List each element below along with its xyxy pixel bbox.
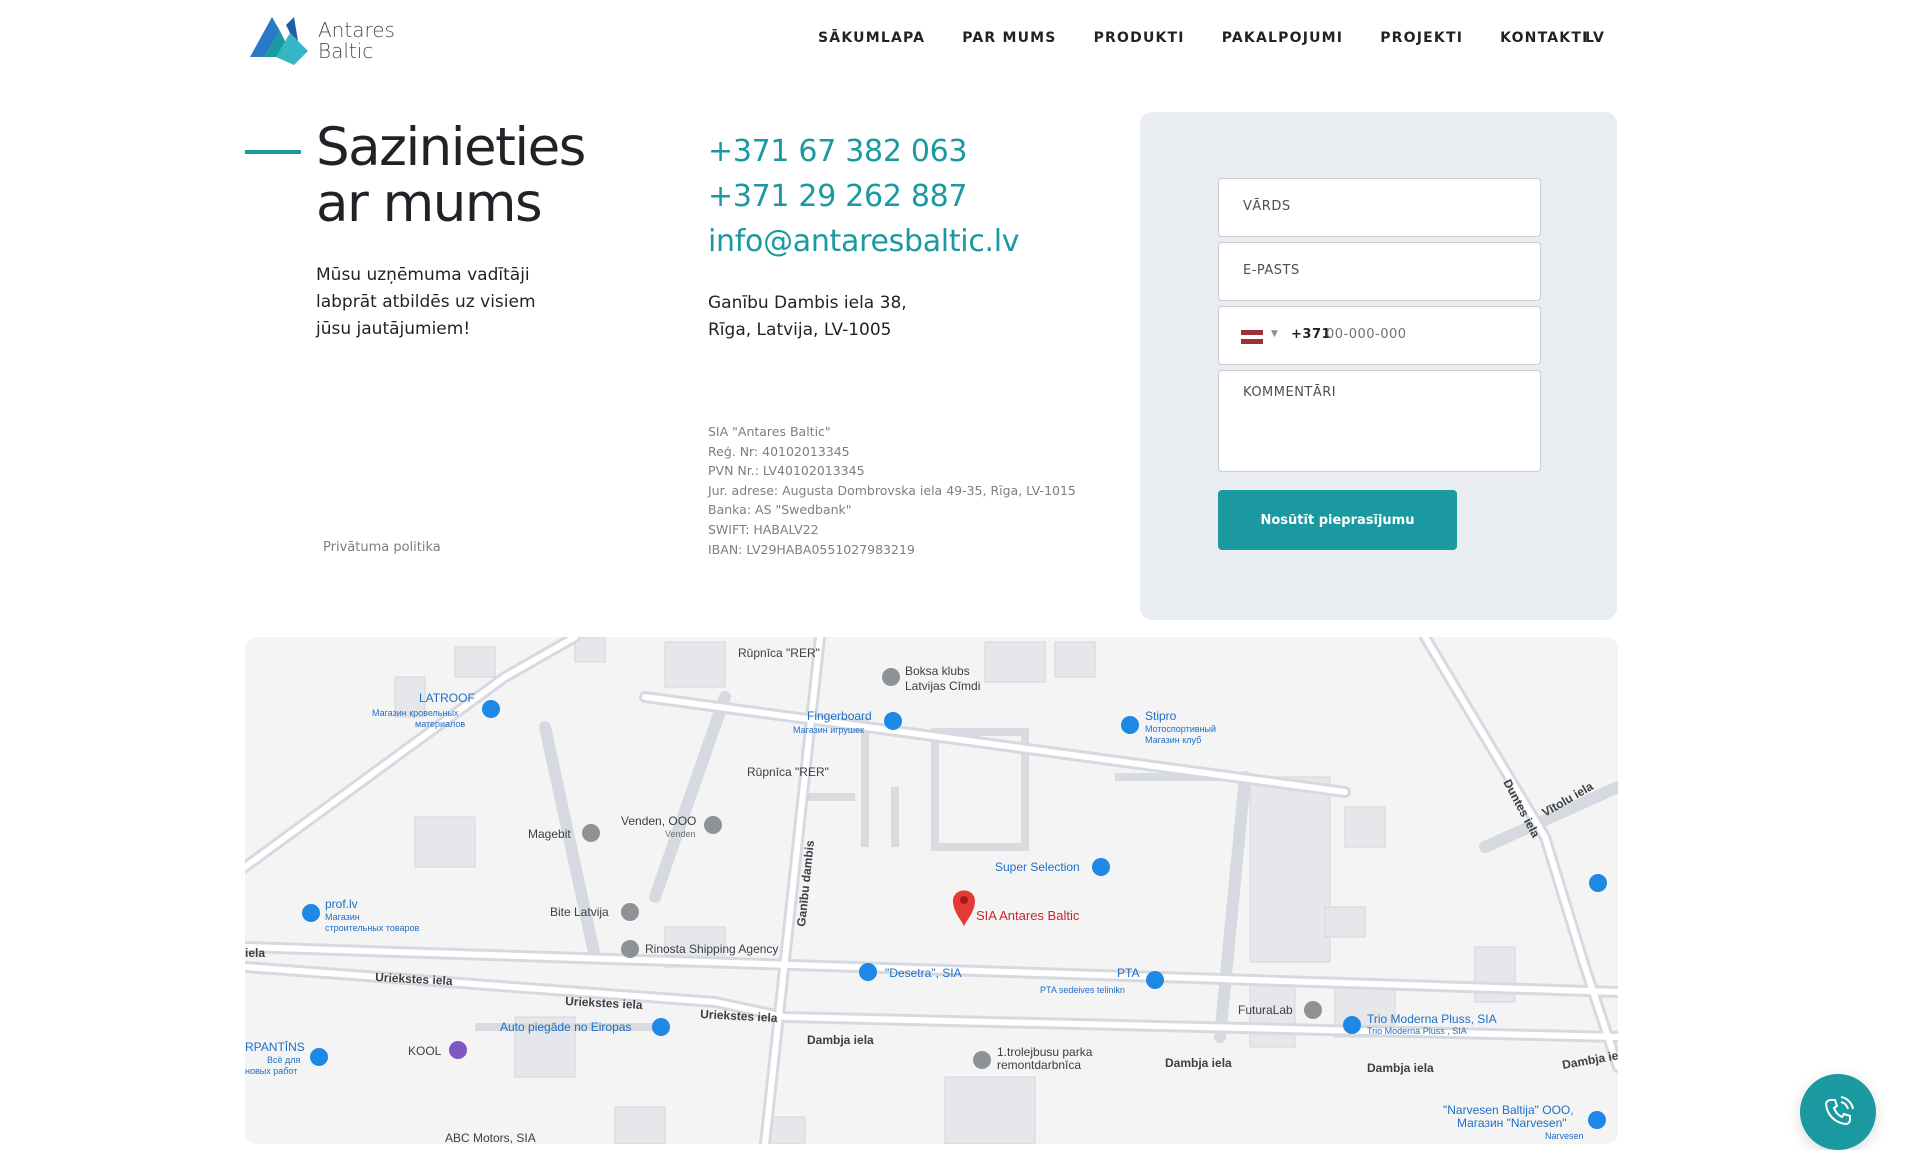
poi-label: Fingerboard [807,709,872,723]
address: Ganību Dambis iela 38, Rīga, Latvija, LV… [708,290,1008,344]
poi-label: RPANTĪNS [245,1040,305,1054]
page-title: Sazinieties ar mums [316,120,646,232]
heading-accent-line [245,150,301,154]
comment-placeholder: KOMMENTĀRI [1243,385,1337,400]
submit-button[interactable]: Nosūtīt pieprasījumu [1218,490,1457,550]
nav-item-about[interactable]: PAR MUMS [962,30,1056,46]
poi-label: prof.lv [325,897,358,911]
logo-text: Antares Baltic [318,20,395,62]
logo[interactable]: Antares Baltic [246,13,416,69]
intro-line: labprāt atbildēs uz visiem [316,292,536,312]
poi-label: Rūpnīca "RER" [738,646,820,660]
poi-label: Rinosta Shipping Agency [645,942,778,956]
map[interactable]: iela Uriekstes iela Uriekstes iela Uriek… [245,637,1618,1144]
address-line1: Ganību Dambis iela 38, [708,293,907,313]
logo-line1: Antares [318,18,395,42]
street-label: Uriekstes iela [700,1007,778,1025]
poi-label: Latvijas Cīmdi [905,679,980,693]
company-legal-info: SIA "Antares Baltic" Reģ. Nr: 4010201334… [708,422,1088,559]
name-field[interactable]: VĀRDS [1218,178,1541,237]
poi-label: ABC Motors, SIA [445,1131,536,1144]
phone-field[interactable]: ▼ +371 00-000-000 [1218,306,1541,365]
email-link[interactable]: info@antaresbaltic.lv [708,224,1020,259]
poi-label: Всё для [267,1055,301,1065]
poi-label: Магазин [325,912,360,922]
phone-link-1[interactable]: +371 67 382 063 [708,134,968,169]
legal-line: SIA "Antares Baltic" [708,424,831,439]
street-label: Dambja iela [807,1033,874,1047]
poi-label: PTA [1117,966,1139,980]
legal-line: Reģ. Nr: 40102013345 [708,443,850,459]
nav-item-products[interactable]: PRODUKTI [1094,30,1185,46]
contact-form: VĀRDS E-PASTS ▼ +371 00-000-000 KOMMENTĀ… [1140,112,1617,620]
phone-icon [1824,1096,1854,1126]
nav-item-home[interactable]: SĀKUMLAPA [818,30,925,46]
legal-line: Jur. adrese: Augusta Dombrovska iela 49-… [708,482,1076,498]
poi-label: Магазин "Narvesen" [1457,1116,1567,1130]
antares-logo-icon [250,17,308,65]
poi-label: "Narvesen Baltija" OOO, [1443,1103,1574,1117]
intro-line: Mūsu uzņēmuma vadītāji [316,265,530,285]
poi-label: Magebit [528,827,571,841]
poi-label: Магазин кровельных [372,708,459,718]
legal-line: SWIFT: HABALV22 [708,521,819,537]
call-button[interactable] [1800,1074,1876,1150]
legal-line: PVN Nr.: LV40102013345 [708,463,865,479]
page-title-line2: ar mums [316,173,543,234]
email-field[interactable]: E-PASTS [1218,242,1541,301]
street-label: Dambja iela [1165,1056,1232,1070]
poi-label: материалов [415,719,465,729]
poi-label: Auto piegāde no Eiropas [500,1020,631,1034]
phone-link-2[interactable]: +371 29 262 887 [708,179,968,214]
intro-text: Mūsu uzņēmuma vadītāji labprāt atbildēs … [316,262,576,343]
address-line2: Rīga, Latvija, LV-1005 [708,320,892,340]
poi-label: Super Selection [995,860,1080,874]
poi-label: Trio Moderna Pluss , SIA [1367,1026,1467,1036]
poi-label: Магазин клуб [1145,735,1201,745]
poi-label: PTA sedeives telinikn [1040,985,1125,995]
chevron-down-icon[interactable]: ▼ [1271,329,1278,339]
poi-label: Bite Latvija [550,905,609,919]
poi-label: FuturaLab [1238,1003,1293,1017]
legal-line: Banka: AS "Swedbank" [708,502,852,518]
poi-label: remontdarbnīca [997,1058,1081,1072]
poi-label: Venden, OOO [621,814,696,828]
poi-label: LATROOF [419,691,475,705]
privacy-policy-link[interactable]: Privātuma politika [323,540,441,555]
language-switcher[interactable]: LV [1585,30,1605,46]
latvia-flag-icon[interactable] [1241,330,1263,344]
poi-label: Narvesen [1545,1131,1584,1141]
poi-label: 1.trolejbusu parka [997,1045,1093,1059]
map-marker-label: SIA Antares Baltic [976,908,1080,923]
location-marker-icon [953,890,975,927]
legal-line: IBAN: LV29HABA0551027983219 [708,541,915,557]
poi-label: KOOL [408,1044,442,1058]
phone-placeholder: 00-000-000 [1326,327,1407,342]
email-placeholder: E-PASTS [1243,263,1300,278]
street-label: iela [245,946,265,960]
nav-item-contacts[interactable]: KONTAKTI [1500,30,1588,46]
nav-item-services[interactable]: PAKALPOJUMI [1222,30,1344,46]
poi-label: Trio Moderna Pluss, SIA [1367,1012,1497,1026]
intro-line: jūsu jautājumiem! [316,319,471,339]
name-placeholder: VĀRDS [1243,199,1291,214]
poi-label: "Desetra", SIA [885,966,962,980]
street-label: Dambja iela [1561,1047,1618,1072]
nav-item-projects[interactable]: PROJEKTI [1380,30,1463,46]
poi-label: Boksa klubs [905,664,970,678]
poi-label: Rūpnīca "RER" [747,765,829,779]
street-label: Uriekstes iela [565,994,643,1012]
street-label: Uriekstes iela [375,970,453,988]
poi-label: новых работ [245,1066,297,1076]
logo-line2: Baltic [318,39,374,63]
poi-label: Stipro [1145,709,1177,723]
poi-label: строительных товаров [325,923,419,933]
poi-label: Магазин игрушек [793,725,864,735]
poi-label: Мотоспортивный [1145,724,1216,734]
main-nav: SĀKUMLAPA PAR MUMS PRODUKTI PAKALPOJUMI … [818,30,1626,46]
street-label: Dambja iela [1367,1061,1434,1075]
poi-label: Venden [665,829,696,839]
comment-field[interactable]: KOMMENTĀRI [1218,370,1541,472]
page-title-line1: Sazinieties [316,117,586,178]
